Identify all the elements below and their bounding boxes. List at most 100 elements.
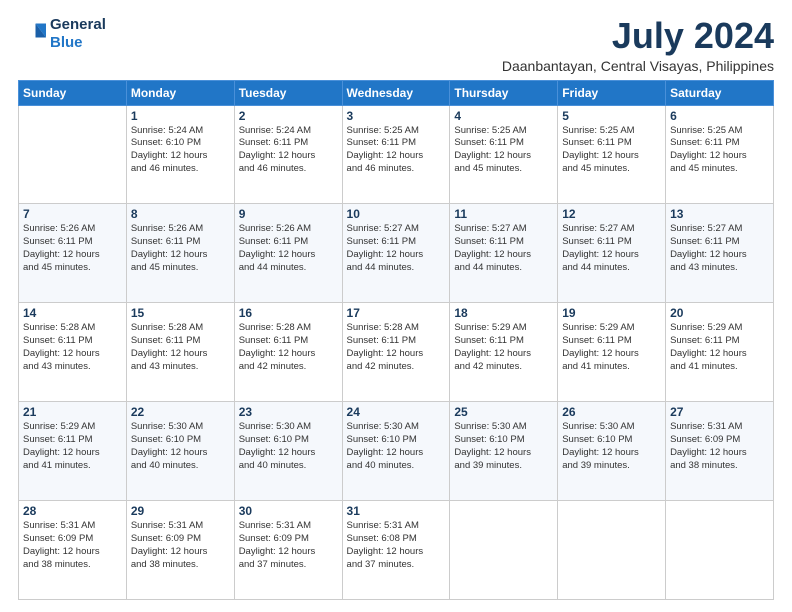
day-number: 22 [131,405,230,419]
day-info: Sunrise: 5:30 AMSunset: 6:10 PMDaylight:… [454,421,553,472]
table-row: 2 Sunrise: 5:24 AMSunset: 6:11 PMDaylight… [234,105,342,204]
logo-line2: Blue [50,34,83,51]
title-block: July 2024 Daanbantayan, Central Visayas,… [502,16,774,74]
table-row: 9Sunrise: 5:26 AMSunset: 6:11 PMDaylight… [234,204,342,303]
day-number: 28 [23,504,122,518]
day-number: 6 [670,109,769,123]
day-number: 10 [347,207,446,221]
table-row: 6 Sunrise: 5:25 AMSunset: 6:11 PMDaylight… [666,105,774,204]
table-row [19,105,127,204]
table-row: 25 Sunrise: 5:30 AMSunset: 6:10 PMDayligh… [450,402,558,501]
day-info: Sunrise: 5:24 AMSunset: 6:11 PMDaylight:… [239,125,338,176]
table-row: 21Sunrise: 5:29 AMSunset: 6:11 PMDayligh… [19,402,127,501]
day-number: 7 [23,207,122,221]
col-monday: Monday [126,80,234,105]
day-info: Sunrise: 5:30 AMSunset: 6:10 PMDaylight:… [562,421,661,472]
calendar-week-row: 14 Sunrise: 5:28 AMSunset: 6:11 PMDayligh… [19,303,774,402]
day-info: Sunrise: 5:27 AMSunset: 6:11 PMDaylight:… [670,223,769,274]
calendar-week-row: 1 Sunrise: 5:24 AMSunset: 6:10 PMDaylight… [19,105,774,204]
day-info: Sunrise: 5:29 AMSunset: 6:11 PMDaylight:… [670,322,769,373]
day-number: 17 [347,306,446,320]
calendar-week-row: 7 Sunrise: 5:26 AMSunset: 6:11 PMDaylight… [19,204,774,303]
day-number: 25 [454,405,553,419]
calendar-week-row: 21Sunrise: 5:29 AMSunset: 6:11 PMDayligh… [19,402,774,501]
table-row: 10 Sunrise: 5:27 AMSunset: 6:11 PMDayligh… [342,204,450,303]
table-row: 30 Sunrise: 5:31 AMSunset: 6:09 PMDayligh… [234,501,342,600]
day-number: 19 [562,306,661,320]
day-number: 14 [23,306,122,320]
table-row: 3Sunrise: 5:25 AMSunset: 6:11 PMDaylight… [342,105,450,204]
day-info: Sunrise: 5:27 AMSunset: 6:11 PMDaylight:… [347,223,446,274]
day-number: 2 [239,109,338,123]
day-number: 31 [347,504,446,518]
day-info: Sunrise: 5:31 AMSunset: 6:09 PMDaylight:… [670,421,769,472]
day-info: Sunrise: 5:27 AMSunset: 6:11 PMDaylight:… [454,223,553,274]
table-row: 5 Sunrise: 5:25 AMSunset: 6:11 PMDaylight… [558,105,666,204]
day-info: Sunrise: 5:29 AMSunset: 6:11 PMDaylight:… [454,322,553,373]
day-number: 26 [562,405,661,419]
day-number: 11 [454,207,553,221]
col-friday: Friday [558,80,666,105]
logo: General Blue [18,16,106,52]
day-info: Sunrise: 5:25 AMSunset: 6:11 PMDaylight:… [454,125,553,176]
day-info: Sunrise: 5:29 AMSunset: 6:11 PMDaylight:… [23,421,122,472]
table-row: 17Sunrise: 5:28 AMSunset: 6:11 PMDayligh… [342,303,450,402]
day-number: 9 [239,207,338,221]
page: General Blue July 2024 Daanbantayan, Cen… [0,0,792,612]
day-number: 13 [670,207,769,221]
table-row: 31 Sunrise: 5:31 AMSunset: 6:08 PMDayligh… [342,501,450,600]
table-row: 4 Sunrise: 5:25 AMSunset: 6:11 PMDaylight… [450,105,558,204]
day-number: 30 [239,504,338,518]
table-row: 12 Sunrise: 5:27 AMSunset: 6:11 PMDayligh… [558,204,666,303]
day-number: 24 [347,405,446,419]
day-number: 15 [131,306,230,320]
day-info: Sunrise: 5:26 AMSunset: 6:11 PMDaylight:… [23,223,122,274]
day-info: Sunrise: 5:25 AMSunset: 6:11 PMDaylight:… [670,125,769,176]
table-row: 15 Sunrise: 5:28 AMSunset: 6:11 PMDayligh… [126,303,234,402]
logo-line1: General [50,16,106,33]
table-row: 26 Sunrise: 5:30 AMSunset: 6:10 PMDayligh… [558,402,666,501]
day-info: Sunrise: 5:27 AMSunset: 6:11 PMDaylight:… [562,223,661,274]
day-number: 12 [562,207,661,221]
calendar-week-row: 28 Sunrise: 5:31 AMSunset: 6:09 PMDayligh… [19,501,774,600]
day-number: 20 [670,306,769,320]
table-row: 11 Sunrise: 5:27 AMSunset: 6:11 PMDayligh… [450,204,558,303]
day-number: 4 [454,109,553,123]
table-row: 22 Sunrise: 5:30 AMSunset: 6:10 PMDayligh… [126,402,234,501]
day-info: Sunrise: 5:28 AMSunset: 6:11 PMDaylight:… [131,322,230,373]
table-row [666,501,774,600]
day-number: 23 [239,405,338,419]
day-info: Sunrise: 5:31 AMSunset: 6:09 PMDaylight:… [239,520,338,571]
day-info: Sunrise: 5:25 AMSunset: 6:11 PMDaylight:… [562,125,661,176]
table-row: 19 Sunrise: 5:29 AMSunset: 6:11 PMDayligh… [558,303,666,402]
col-tuesday: Tuesday [234,80,342,105]
day-info: Sunrise: 5:24 AMSunset: 6:10 PMDaylight:… [131,125,230,176]
day-info: Sunrise: 5:29 AMSunset: 6:11 PMDaylight:… [562,322,661,373]
day-number: 18 [454,306,553,320]
header: General Blue July 2024 Daanbantayan, Cen… [18,16,774,74]
table-row [450,501,558,600]
table-row: 24Sunrise: 5:30 AMSunset: 6:10 PMDayligh… [342,402,450,501]
table-row [558,501,666,600]
table-row: 23Sunrise: 5:30 AMSunset: 6:10 PMDayligh… [234,402,342,501]
day-number: 1 [131,109,230,123]
location-title: Daanbantayan, Central Visayas, Philippin… [502,58,774,74]
table-row: 7 Sunrise: 5:26 AMSunset: 6:11 PMDaylight… [19,204,127,303]
table-row: 13 Sunrise: 5:27 AMSunset: 6:11 PMDayligh… [666,204,774,303]
table-row: 27 Sunrise: 5:31 AMSunset: 6:09 PMDayligh… [666,402,774,501]
col-wednesday: Wednesday [342,80,450,105]
col-thursday: Thursday [450,80,558,105]
day-info: Sunrise: 5:31 AMSunset: 6:09 PMDaylight:… [23,520,122,571]
table-row: 1 Sunrise: 5:24 AMSunset: 6:10 PMDaylight… [126,105,234,204]
day-info: Sunrise: 5:30 AMSunset: 6:10 PMDaylight:… [131,421,230,472]
day-number: 3 [347,109,446,123]
logo-icon [18,20,46,48]
table-row: 18 Sunrise: 5:29 AMSunset: 6:11 PMDayligh… [450,303,558,402]
day-number: 27 [670,405,769,419]
day-info: Sunrise: 5:31 AMSunset: 6:08 PMDaylight:… [347,520,446,571]
table-row: 28 Sunrise: 5:31 AMSunset: 6:09 PMDayligh… [19,501,127,600]
calendar-table: Sunday Monday Tuesday Wednesday Thursday… [18,80,774,600]
day-number: 5 [562,109,661,123]
day-info: Sunrise: 5:26 AMSunset: 6:11 PMDaylight:… [131,223,230,274]
logo-text: General Blue [50,16,106,52]
